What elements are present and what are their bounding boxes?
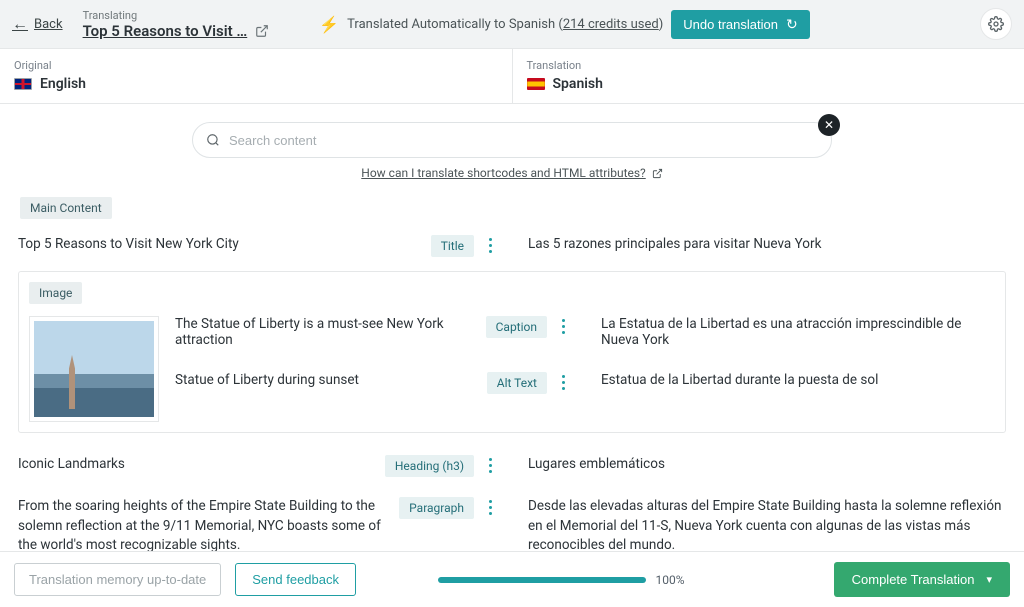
flag-es-icon <box>527 78 545 90</box>
footer-bar: Translation memory up-to-date Send feedb… <box>0 551 1024 607</box>
image-thumbnail[interactable] <box>29 316 159 422</box>
content-scroll[interactable]: Main Content Top 5 Reasons to Visit New … <box>0 189 1024 551</box>
search-wrap: ✕ <box>192 122 832 158</box>
page-title[interactable]: Top 5 Reasons to Visit … <box>83 22 270 40</box>
auto-translate-text: Translated Automatically to Spanish (214… <box>347 17 663 32</box>
settings-button[interactable] <box>980 8 1012 40</box>
external-link-icon <box>652 168 663 179</box>
source-caption: The Statue of Liberty is a must-see New … <box>175 316 476 348</box>
arrow-left-icon: ← <box>12 14 28 34</box>
close-search-button[interactable]: ✕ <box>818 114 840 136</box>
translating-label: Translating <box>83 9 270 22</box>
progress-indicator: 100% <box>438 573 685 587</box>
source-heading: Iconic Landmarks <box>18 455 375 475</box>
complete-translation-button[interactable]: Complete Translation ▾ <box>834 562 1010 597</box>
refresh-icon: ↻ <box>786 16 798 33</box>
chip-paragraph: Paragraph <box>399 497 474 519</box>
target-paragraph[interactable]: Desde las elevadas alturas del Empire St… <box>514 497 1006 551</box>
translation-label: Translation <box>527 59 1011 72</box>
back-link[interactable]: ← Back <box>12 14 63 34</box>
progress-bar <box>438 577 646 583</box>
send-feedback-button[interactable]: Send feedback <box>235 563 356 596</box>
undo-translation-button[interactable]: Undo translation ↻ <box>671 10 809 39</box>
gear-icon <box>988 16 1004 32</box>
auto-translate-status: ⚡ Translated Automatically to Spanish (2… <box>319 10 809 39</box>
chevron-down-icon: ▾ <box>986 573 992 586</box>
credits-used-link[interactable]: 214 credits used <box>563 17 659 32</box>
language-row: Original English Translation Spanish <box>0 49 1024 104</box>
chip-heading: Heading (h3) <box>385 455 474 477</box>
target-title[interactable]: Las 5 razones principales para visitar N… <box>514 235 1006 255</box>
translation-lang-col: Translation Spanish <box>512 49 1024 103</box>
drag-handle-icon[interactable] <box>557 316 569 334</box>
translation-memory-button: Translation memory up-to-date <box>14 563 221 596</box>
bolt-icon: ⚡ <box>319 15 339 34</box>
flag-uk-icon <box>14 78 32 90</box>
title-block: Translating Top 5 Reasons to Visit … <box>83 9 270 40</box>
row-paragraph[interactable]: From the soaring heights of the Empire S… <box>14 491 1010 551</box>
close-icon: ✕ <box>824 118 834 132</box>
row-title[interactable]: Top 5 Reasons to Visit New York City Tit… <box>14 229 1010 271</box>
back-label: Back <box>34 17 63 32</box>
target-heading[interactable]: Lugares emblemáticos <box>514 455 1006 475</box>
drag-handle-icon[interactable] <box>484 455 496 473</box>
source-paragraph: From the soaring heights of the Empire S… <box>18 497 389 551</box>
row-caption[interactable]: The Statue of Liberty is a must-see New … <box>175 316 995 348</box>
original-lang-name: English <box>14 76 498 92</box>
chip-caption: Caption <box>486 316 547 338</box>
chip-title: Title <box>431 235 474 257</box>
search-input[interactable] <box>192 122 832 158</box>
source-alt: Statue of Liberty during sunset <box>175 372 477 388</box>
drag-handle-icon[interactable] <box>557 372 569 390</box>
header-bar: ← Back Translating Top 5 Reasons to Visi… <box>0 0 1024 49</box>
external-link-icon <box>255 24 269 38</box>
translation-lang-name: Spanish <box>527 76 1011 92</box>
target-caption[interactable]: La Estatua de la Libertad es una atracci… <box>587 316 995 348</box>
source-title: Top 5 Reasons to Visit New York City <box>18 235 421 255</box>
statue-liberty-image <box>34 321 154 417</box>
original-label: Original <box>14 59 498 72</box>
row-alt-text[interactable]: Statue of Liberty during sunset Alt Text… <box>175 372 995 394</box>
help-shortcodes-link[interactable]: How can I translate shortcodes and HTML … <box>361 166 662 180</box>
search-area: ✕ How can I translate shortcodes and HTM… <box>0 104 1024 186</box>
progress-label: 100% <box>656 573 685 587</box>
target-alt[interactable]: Estatua de la Libertad durante la puesta… <box>587 372 995 388</box>
image-block: Image The Statue of Liberty is a must-se… <box>18 271 1006 433</box>
section-main-content: Main Content <box>20 197 112 219</box>
section-image: Image <box>29 282 82 304</box>
original-lang-col: Original English <box>0 49 512 103</box>
drag-handle-icon[interactable] <box>484 497 496 515</box>
chip-alt: Alt Text <box>487 372 547 394</box>
drag-handle-icon[interactable] <box>484 235 496 253</box>
row-heading[interactable]: Iconic Landmarks Heading (h3) Lugares em… <box>14 449 1010 491</box>
search-icon <box>206 133 220 147</box>
